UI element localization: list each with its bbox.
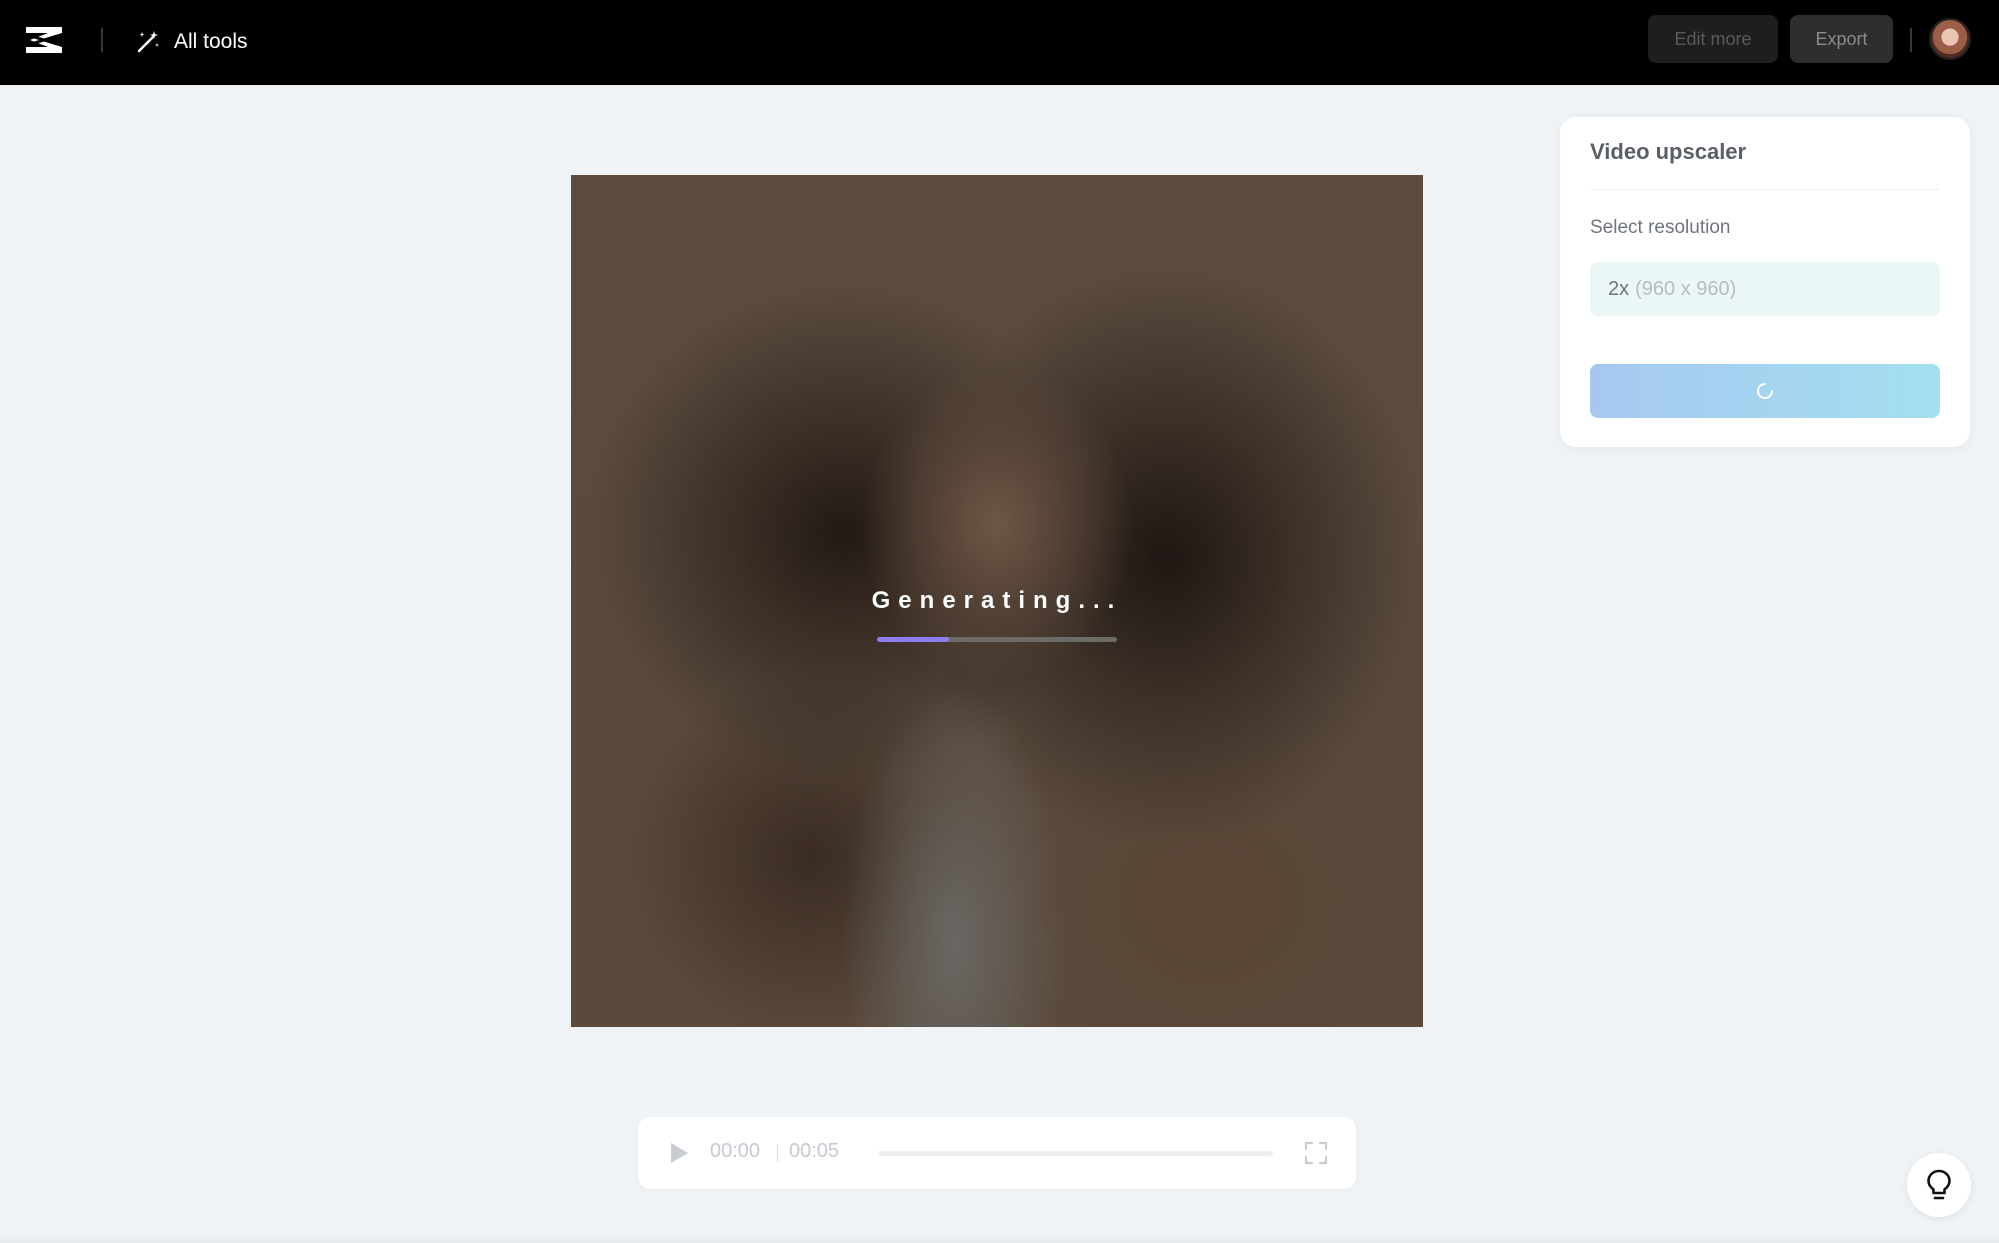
generation-progress-fill (877, 637, 949, 642)
panel-title: Video upscaler (1590, 139, 1747, 164)
fullscreen-icon[interactable] (1304, 1141, 1328, 1165)
resolution-label: Select resolution (1590, 217, 1731, 238)
top-bar: All tools Edit more Export (0, 0, 1999, 85)
total-time: 00:05 (789, 1140, 840, 1162)
video-preview: Generating... (571, 175, 1423, 1027)
generation-progress-bar (877, 637, 1117, 642)
magic-wand-icon (137, 31, 159, 53)
header-divider (1910, 28, 1912, 52)
all-tools-button[interactable]: All tools (134, 24, 248, 60)
header-divider (101, 28, 103, 52)
export-button[interactable]: Export (1790, 15, 1893, 63)
lightbulb-icon (1927, 1169, 1951, 1200)
playback-scrubber[interactable] (878, 1151, 1273, 1156)
resolution-select[interactable]: 2x (960 x 960) (1590, 262, 1940, 316)
all-tools-label: All tools (174, 30, 248, 53)
play-icon[interactable] (666, 1141, 690, 1165)
edit-more-button[interactable]: Edit more (1648, 15, 1778, 63)
resolution-detail: (960 x 960) (1635, 277, 1737, 300)
panel-divider (1590, 189, 1940, 190)
user-avatar[interactable] (1929, 18, 1971, 60)
generating-status-text: Generating... (871, 587, 1123, 614)
capcut-logo-icon[interactable] (22, 20, 66, 60)
video-player-controls: 00:00 00:05 (638, 1117, 1356, 1189)
video-upscaler-panel: Video upscaler Select resolution 2x (960… (1560, 117, 1970, 447)
spinner-icon (1757, 383, 1773, 399)
help-button[interactable] (1907, 1153, 1971, 1217)
bottom-edge-shadow (0, 1235, 1999, 1243)
upscale-button[interactable] (1590, 364, 1940, 418)
current-time: 00:00 (710, 1140, 761, 1162)
resolution-value: 2x (1608, 277, 1630, 300)
time-separator (777, 1144, 778, 1162)
